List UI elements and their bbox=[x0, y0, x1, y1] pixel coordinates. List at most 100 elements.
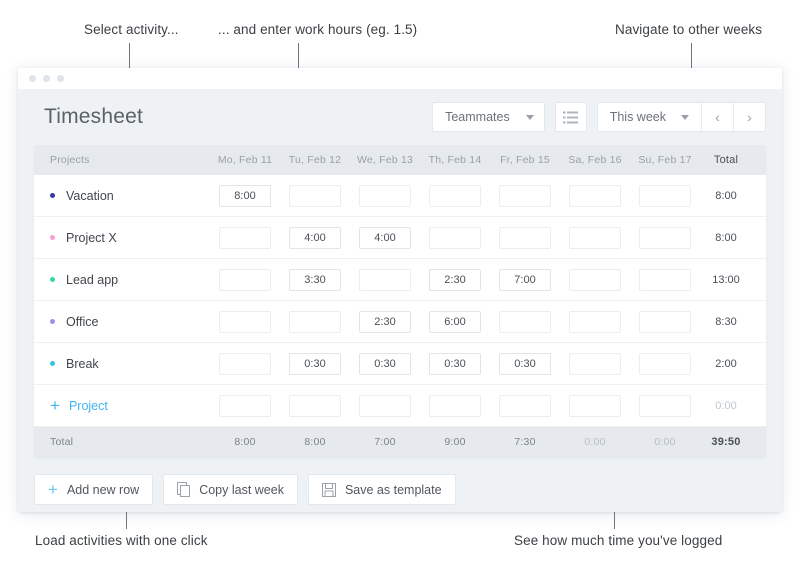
hours-input[interactable] bbox=[429, 352, 481, 375]
hours-input[interactable] bbox=[499, 394, 551, 417]
hours-input[interactable] bbox=[429, 226, 481, 249]
delete-row-button[interactable]: ✕ bbox=[752, 229, 766, 247]
hours-input[interactable] bbox=[219, 226, 271, 249]
hours-cell bbox=[350, 394, 420, 417]
hours-cell bbox=[350, 268, 420, 291]
annotation-load-activities: Load activities with one click bbox=[35, 533, 208, 548]
hours-cell bbox=[560, 310, 630, 333]
hours-cell bbox=[560, 226, 630, 249]
hours-input[interactable] bbox=[499, 268, 551, 291]
teammates-dropdown[interactable]: Teammates bbox=[432, 102, 545, 132]
hours-input[interactable] bbox=[289, 310, 341, 333]
hours-input[interactable] bbox=[359, 394, 411, 417]
copy-last-week-button[interactable]: Copy last week bbox=[163, 474, 298, 505]
hours-input[interactable] bbox=[639, 310, 691, 333]
hours-input[interactable] bbox=[359, 268, 411, 291]
hours-cell bbox=[490, 184, 560, 207]
hours-input[interactable] bbox=[569, 268, 621, 291]
hours-cell bbox=[630, 184, 700, 207]
hours-input[interactable] bbox=[289, 268, 341, 291]
hours-input[interactable] bbox=[289, 394, 341, 417]
hours-input[interactable] bbox=[499, 184, 551, 207]
hours-input[interactable] bbox=[219, 394, 271, 417]
delete-row-button[interactable]: ✕ bbox=[752, 271, 766, 289]
row-total: 8:00 bbox=[715, 231, 737, 244]
hours-input[interactable] bbox=[569, 394, 621, 417]
hours-input[interactable] bbox=[359, 310, 411, 333]
week-dropdown[interactable]: This week bbox=[598, 103, 701, 131]
next-week-button[interactable]: › bbox=[733, 103, 765, 131]
delete-row-button[interactable]: ✕ bbox=[752, 355, 766, 373]
hours-input[interactable] bbox=[499, 352, 551, 375]
project-cell[interactable]: Vacation bbox=[34, 189, 210, 203]
hours-cell bbox=[210, 310, 280, 333]
delete-row-button[interactable]: ✕ bbox=[752, 313, 766, 331]
copy-icon bbox=[177, 482, 191, 497]
table-header-row: Projects Mo, Feb 11 Tu, Feb 12 We, Feb 1… bbox=[34, 145, 766, 175]
column-header-day: Mo, Feb 11 bbox=[217, 154, 273, 166]
table-footer-row: Total 8:00 8:00 7:00 9:00 7:30 0:00 0:00… bbox=[34, 427, 766, 457]
row-total: 8:30 bbox=[715, 315, 737, 328]
hours-input[interactable] bbox=[359, 184, 411, 207]
footer-total-label: Total bbox=[50, 436, 74, 448]
window-maximize-dot[interactable] bbox=[57, 75, 64, 82]
copy-last-week-label: Copy last week bbox=[199, 482, 284, 497]
add-project-button[interactable]: + Project bbox=[34, 397, 210, 414]
delete-row-button[interactable]: ✕ bbox=[752, 397, 766, 415]
previous-week-button[interactable]: ‹ bbox=[701, 103, 733, 131]
hours-input[interactable] bbox=[219, 352, 271, 375]
project-cell[interactable]: Project X bbox=[34, 231, 210, 245]
add-new-row-button[interactable]: + Add new row bbox=[34, 474, 154, 505]
footer-day-total: 9:00 bbox=[444, 436, 466, 448]
hours-input[interactable] bbox=[639, 394, 691, 417]
hours-input[interactable] bbox=[359, 352, 411, 375]
project-cell[interactable]: Lead app bbox=[34, 273, 210, 287]
hours-input[interactable] bbox=[639, 268, 691, 291]
annotation-enter-hours: ... and enter work hours (eg. 1.5) bbox=[218, 22, 418, 37]
hours-cell bbox=[210, 352, 280, 375]
hours-input[interactable] bbox=[359, 226, 411, 249]
hours-input[interactable] bbox=[569, 184, 621, 207]
teammates-dropdown-label: Teammates bbox=[445, 110, 510, 124]
hours-input[interactable] bbox=[429, 394, 481, 417]
hours-cell bbox=[490, 310, 560, 333]
save-icon bbox=[321, 482, 336, 497]
hours-cell bbox=[420, 310, 490, 333]
hours-cell bbox=[560, 184, 630, 207]
hours-input[interactable] bbox=[289, 226, 341, 249]
hours-input[interactable] bbox=[569, 310, 621, 333]
hours-input[interactable] bbox=[289, 184, 341, 207]
hours-input[interactable] bbox=[219, 184, 271, 207]
column-header-day: We, Feb 13 bbox=[356, 154, 414, 166]
hours-input[interactable] bbox=[429, 268, 481, 291]
window-close-dot[interactable] bbox=[29, 75, 36, 82]
add-project-row: + Project 0:00 ✕ bbox=[34, 385, 766, 427]
hours-input[interactable] bbox=[639, 352, 691, 375]
hours-input[interactable] bbox=[639, 226, 691, 249]
hours-input[interactable] bbox=[639, 184, 691, 207]
hours-input[interactable] bbox=[429, 310, 481, 333]
hours-cell bbox=[210, 394, 280, 417]
project-cell[interactable]: Office bbox=[34, 315, 210, 329]
hours-input[interactable] bbox=[289, 352, 341, 375]
list-view-button[interactable] bbox=[554, 102, 587, 132]
hours-cell bbox=[560, 352, 630, 375]
column-header-day: Sa, Feb 16 bbox=[568, 154, 622, 166]
project-name: Office bbox=[66, 314, 99, 329]
footer-day-total: 0:00 bbox=[654, 436, 676, 448]
hours-input[interactable] bbox=[219, 310, 271, 333]
save-as-template-button[interactable]: Save as template bbox=[307, 474, 456, 505]
hours-input[interactable] bbox=[569, 226, 621, 249]
hours-input[interactable] bbox=[569, 352, 621, 375]
project-name: Project X bbox=[66, 230, 117, 245]
window-minimize-dot[interactable] bbox=[43, 75, 50, 82]
delete-row-button[interactable]: ✕ bbox=[752, 187, 766, 205]
hours-cell bbox=[490, 352, 560, 375]
hours-cell bbox=[630, 310, 700, 333]
project-cell[interactable]: Break bbox=[34, 357, 210, 371]
hours-input[interactable] bbox=[219, 268, 271, 291]
hours-input[interactable] bbox=[499, 226, 551, 249]
project-color-dot bbox=[50, 193, 55, 198]
hours-input[interactable] bbox=[429, 184, 481, 207]
hours-input[interactable] bbox=[499, 310, 551, 333]
